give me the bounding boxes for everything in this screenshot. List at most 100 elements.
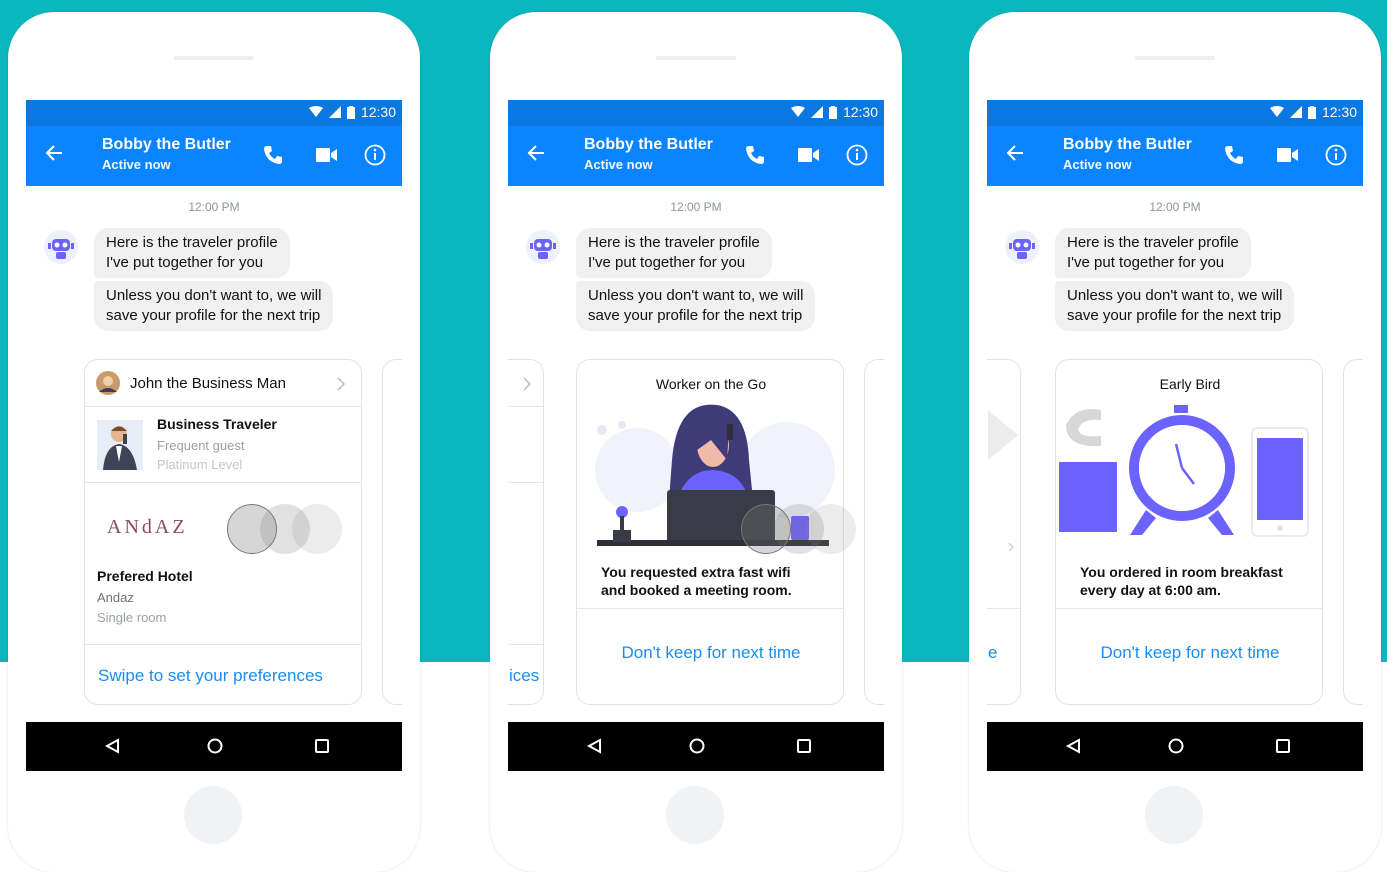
nav-recent-icon[interactable] xyxy=(796,738,812,754)
next-card-peek[interactable] xyxy=(1343,359,1363,705)
bot-avatar xyxy=(1005,230,1039,264)
battery-icon xyxy=(1307,105,1316,119)
message-bubble: Here is the traveler profile I've put tog… xyxy=(1055,228,1251,278)
phone-mockup-1: 12:30 Bobby the Butler Active now 12:00 … xyxy=(8,12,420,872)
next-card-peek[interactable] xyxy=(382,359,402,705)
message-text: I've put together for you xyxy=(588,254,746,271)
wifi-icon xyxy=(308,106,323,117)
previous-card-link-fragment[interactable]: ices xyxy=(509,666,539,686)
chat-header: Bobby the Butler Active now xyxy=(26,126,402,186)
message-bubble: Unless you don't want to, we will save yo… xyxy=(94,281,334,331)
info-icon[interactable] xyxy=(1325,144,1347,166)
profile-avatar xyxy=(96,371,120,395)
message-text: save your profile for the next trip xyxy=(588,307,803,324)
video-icon[interactable] xyxy=(316,146,338,164)
message-bubble: Here is the traveler profile I've put tog… xyxy=(94,228,290,278)
nav-back-icon[interactable] xyxy=(586,738,602,754)
message-timestamp: 12:00 PM xyxy=(1149,200,1201,214)
phone-home-button xyxy=(184,786,242,844)
nav-recent-icon[interactable] xyxy=(1275,738,1291,754)
wifi-icon xyxy=(1269,106,1284,117)
message-timestamp: 12:00 PM xyxy=(670,200,722,214)
message-text: Unless you don't want to, we will xyxy=(1067,287,1283,304)
nav-home-icon[interactable] xyxy=(1168,738,1184,754)
divider xyxy=(508,406,543,407)
status-bar: 12:30 xyxy=(26,100,402,126)
phone-icon[interactable] xyxy=(744,144,766,166)
contact-name[interactable]: Bobby the Butler xyxy=(584,136,713,154)
phone-home-button xyxy=(666,786,724,844)
video-icon[interactable] xyxy=(798,146,820,164)
chevron-right-icon[interactable] xyxy=(337,377,345,391)
alarm-clock-illustration xyxy=(1059,405,1309,537)
back-arrow-icon[interactable] xyxy=(526,143,546,163)
phone-icon[interactable] xyxy=(262,144,284,166)
speaker-grille xyxy=(1135,56,1215,60)
loyalty-level: Platinum Level xyxy=(157,457,243,472)
description-line: every day at 6:00 am. xyxy=(1080,582,1221,598)
message-text: Unless you don't want to, we will xyxy=(588,287,804,304)
battery-icon xyxy=(346,105,355,119)
status-bar: 12:30 xyxy=(508,100,884,126)
divider xyxy=(987,608,1020,609)
dont-keep-button[interactable]: Don't keep for next time xyxy=(1056,643,1322,663)
info-icon[interactable] xyxy=(364,144,386,166)
phone-screen: 12:30 Bobby the Butler Active now 12:00 … xyxy=(987,100,1363,771)
back-arrow-icon[interactable] xyxy=(44,143,64,163)
nav-back-icon[interactable] xyxy=(104,738,120,754)
divider xyxy=(85,644,361,645)
profile-name: John the Business Man xyxy=(130,375,286,392)
video-icon[interactable] xyxy=(1277,146,1299,164)
preference-card[interactable]: Early Bird You ordered in room breakfast… xyxy=(1055,359,1323,705)
next-card-peek[interactable] xyxy=(864,359,884,705)
nav-home-icon[interactable] xyxy=(689,738,705,754)
nav-back-icon[interactable] xyxy=(1065,738,1081,754)
back-arrow-icon[interactable] xyxy=(1005,143,1025,163)
touch-indicator xyxy=(227,504,277,554)
previous-card-link-fragment[interactable]: e xyxy=(988,643,997,663)
phone-icon[interactable] xyxy=(1223,144,1245,166)
card-description: You ordered in room breakfast every day a… xyxy=(1080,563,1283,599)
info-icon[interactable] xyxy=(846,144,868,166)
contact-name[interactable]: Bobby the Butler xyxy=(102,136,231,154)
bot-avatar xyxy=(44,230,78,264)
swipe-preferences-link[interactable]: Swipe to set your preferences xyxy=(98,666,323,686)
message-timestamp: 12:00 PM xyxy=(188,200,240,214)
status-bar: 12:30 xyxy=(987,100,1363,126)
chevron-right-icon xyxy=(523,377,531,391)
divider xyxy=(508,482,543,483)
android-nav-bar xyxy=(26,722,402,771)
previous-card-peek[interactable]: e xyxy=(987,359,1021,705)
status-time: 12:30 xyxy=(842,104,878,120)
signal-icon xyxy=(1289,106,1302,118)
presence-status: Active now xyxy=(1063,157,1132,172)
hotel-name: Andaz xyxy=(97,590,134,605)
divider xyxy=(85,482,361,483)
nav-recent-icon[interactable] xyxy=(314,738,330,754)
message-text: I've put together for you xyxy=(1067,254,1225,271)
hotel-logo: ANdAZ xyxy=(107,516,188,538)
chevron-right-icon xyxy=(1008,542,1014,552)
card-title: Early Bird xyxy=(1159,376,1221,392)
card-title: Worker on the Go xyxy=(655,376,767,392)
wifi-icon xyxy=(790,106,805,117)
message-text: Unless you don't want to, we will xyxy=(106,287,322,304)
message-text: Here is the traveler profile xyxy=(1067,234,1239,251)
phone-home-button xyxy=(1145,786,1203,844)
divider xyxy=(1056,608,1322,609)
room-type: Single room xyxy=(97,610,167,625)
previous-card-peek[interactable]: ices xyxy=(508,359,544,705)
message-bubble: Here is the traveler profile I've put tog… xyxy=(576,228,772,278)
dont-keep-button[interactable]: Don't keep for next time xyxy=(577,643,843,663)
nav-home-icon[interactable] xyxy=(207,738,223,754)
hotel-heading: Prefered Hotel xyxy=(97,568,193,584)
message-bubble: Unless you don't want to, we will save yo… xyxy=(576,281,816,331)
signal-icon xyxy=(810,106,823,118)
chat-header: Bobby the Butler Active now xyxy=(987,126,1363,186)
contact-name[interactable]: Bobby the Butler xyxy=(1063,136,1192,154)
phone-screen: 12:30 Bobby the Butler Active now 12:00 … xyxy=(508,100,884,771)
description-line: You ordered in room breakfast xyxy=(1080,564,1283,580)
divider xyxy=(508,644,543,645)
previous-illustration-fragment xyxy=(988,410,1018,460)
divider xyxy=(85,406,361,407)
